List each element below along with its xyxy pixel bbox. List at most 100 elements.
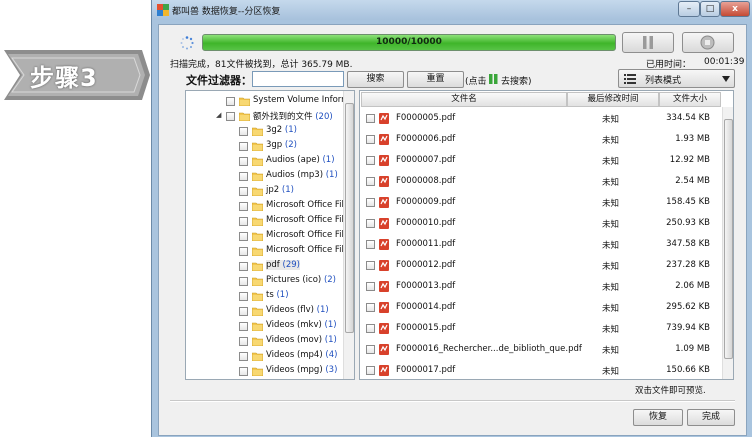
close-button[interactable]: x	[720, 1, 750, 17]
file-filter-input[interactable]	[252, 71, 344, 87]
file-list-scrollbar-thumb[interactable]	[724, 119, 733, 359]
file-checkbox[interactable]	[366, 366, 375, 375]
tree-item-checkbox[interactable]	[239, 352, 248, 361]
file-row[interactable]: F0000005.pdf 未知 334.54 KB	[360, 108, 720, 129]
tree-item-checkbox[interactable]	[239, 322, 248, 331]
file-list-scrollbar[interactable]	[722, 107, 733, 379]
tree-item-label: Microsoft Office Files	[266, 230, 354, 240]
view-mode-dropdown[interactable]: 列表模式	[618, 69, 735, 88]
file-row[interactable]: F0000013.pdf 未知 2.06 MB	[360, 276, 720, 297]
recover-button[interactable]: 恢复	[633, 409, 683, 426]
folder-icon	[251, 202, 264, 212]
tree-item-checkbox[interactable]	[239, 202, 248, 211]
tree-item-checkbox[interactable]	[239, 157, 248, 166]
tree-item-checkbox[interactable]	[239, 247, 248, 256]
tree-scrollbar[interactable]	[343, 91, 354, 379]
tree-item[interactable]: Microsoft Office Files	[186, 229, 354, 244]
column-header-name[interactable]: 文件名	[361, 92, 567, 107]
tree-item-checkbox[interactable]	[226, 97, 235, 106]
tree-item[interactable]: Audios (ape) (1)	[186, 154, 346, 169]
file-row[interactable]: F0000007.pdf 未知 12.92 MB	[360, 150, 720, 171]
file-checkbox[interactable]	[366, 114, 375, 123]
tree-item[interactable]: Videos (mp4) (4)	[186, 349, 346, 364]
tree-item-checkbox[interactable]	[239, 292, 248, 301]
tree-item-checkbox[interactable]	[226, 112, 235, 121]
tree-item[interactable]: Microsoft Office Files	[186, 214, 354, 229]
tree-item-label: Microsoft Office Files	[266, 215, 354, 225]
expand-arrow-icon[interactable]: ◢	[216, 111, 221, 119]
tree-item-checkbox[interactable]	[239, 307, 248, 316]
tree-item[interactable]: Videos (mkv) (1)	[186, 319, 346, 334]
tree-item[interactable]: 3gp (2)	[186, 139, 346, 154]
tree-item[interactable]: Videos (mpg) (3)	[186, 364, 346, 379]
tree-item-checkbox[interactable]	[239, 262, 248, 271]
file-row[interactable]: F0000014.pdf 未知 295.62 KB	[360, 297, 720, 318]
file-modified: 未知	[602, 115, 620, 125]
file-row[interactable]: F0000010.pdf 未知 250.93 KB	[360, 213, 720, 234]
column-header-size[interactable]: 文件大小	[659, 92, 721, 107]
file-checkbox[interactable]	[366, 156, 375, 165]
tree-item[interactable]: ts (1)	[186, 289, 346, 304]
tree-item-checkbox[interactable]	[239, 217, 248, 226]
file-checkbox[interactable]	[366, 261, 375, 270]
file-row[interactable]: F0000017.pdf 未知 150.66 KB	[360, 360, 720, 379]
file-size: 250.93 KB	[666, 218, 710, 228]
tree-item-name: Microsoft Office Files	[266, 230, 354, 240]
file-checkbox[interactable]	[366, 198, 375, 207]
tree-item-checkbox[interactable]	[239, 142, 248, 151]
tree-item-count: (1)	[322, 155, 335, 165]
file-row[interactable]: F0000015.pdf 未知 739.94 KB	[360, 318, 720, 339]
tree-item-label: System Volume Informat	[253, 95, 354, 105]
tree-item[interactable]: 3g2 (1)	[186, 124, 346, 139]
minimize-button[interactable]: –	[678, 1, 700, 17]
tree-item-checkbox[interactable]	[239, 127, 248, 136]
tree-item-checkbox[interactable]	[239, 232, 248, 241]
file-size: 334.54 KB	[666, 113, 710, 123]
tree-item-checkbox[interactable]	[239, 367, 248, 376]
file-checkbox[interactable]	[366, 135, 375, 144]
file-checkbox[interactable]	[366, 282, 375, 291]
tree-item-checkbox[interactable]	[239, 277, 248, 286]
column-header-modified[interactable]: 最后修改时间	[567, 92, 659, 107]
step-badge-label: 步骤3	[30, 64, 98, 92]
file-checkbox[interactable]	[366, 345, 375, 354]
tree-item[interactable]: System Volume Informat	[186, 94, 354, 109]
file-checkbox[interactable]	[366, 324, 375, 333]
tree-item[interactable]: Videos (mov) (1)	[186, 334, 346, 349]
file-checkbox[interactable]	[366, 177, 375, 186]
file-row[interactable]: F0000006.pdf 未知 1.93 MB	[360, 129, 720, 150]
tree-item[interactable]: Videos (flv) (1)	[186, 304, 346, 319]
folder-icon	[238, 97, 251, 107]
tree-scrollbar-thumb[interactable]	[345, 103, 354, 333]
file-checkbox[interactable]	[366, 240, 375, 249]
folder-icon	[251, 262, 264, 272]
tree-item[interactable]: ◢ 额外找到的文件 (20)	[186, 109, 346, 124]
file-row[interactable]: F0000016_Rechercher...de_biblioth_que.pd…	[360, 339, 720, 360]
tree-item[interactable]: pdf (29)	[186, 259, 346, 274]
file-checkbox[interactable]	[366, 303, 375, 312]
tree-item[interactable]: Audios (mp3) (1)	[186, 169, 346, 184]
tree-item-name: Videos (flv)	[266, 305, 314, 315]
search-button[interactable]: 搜索	[347, 71, 404, 88]
tree-item-checkbox[interactable]	[239, 337, 248, 346]
stop-button[interactable]	[682, 32, 734, 53]
file-row[interactable]: F0000011.pdf 未知 347.58 KB	[360, 234, 720, 255]
tree-item[interactable]: jp2 (1)	[186, 184, 346, 199]
pause-button[interactable]	[622, 32, 674, 53]
maximize-button[interactable]: □	[700, 1, 720, 17]
file-checkbox[interactable]	[366, 219, 375, 228]
tree-item-label: Audios (ape) (1)	[266, 155, 335, 165]
tree-item-count: (4)	[325, 350, 338, 360]
file-list: 文件名 最后修改时间 文件大小 F0000005.pdf 未知 334.54 KB F…	[359, 90, 734, 380]
tree-item[interactable]: Pictures (ico) (2)	[186, 274, 346, 289]
file-size: 237.28 KB	[666, 260, 710, 270]
file-row[interactable]: F0000009.pdf 未知 158.45 KB	[360, 192, 720, 213]
tree-item-checkbox[interactable]	[239, 172, 248, 181]
tree-item[interactable]: Microsoft Office Files	[186, 199, 354, 214]
file-row[interactable]: F0000008.pdf 未知 2.54 MB	[360, 171, 720, 192]
finish-button[interactable]: 完成	[687, 409, 735, 426]
tree-item[interactable]: Microsoft Office Files	[186, 244, 354, 259]
tree-item-checkbox[interactable]	[239, 187, 248, 196]
reset-button[interactable]: 重置	[407, 71, 464, 88]
file-row[interactable]: F0000012.pdf 未知 237.28 KB	[360, 255, 720, 276]
